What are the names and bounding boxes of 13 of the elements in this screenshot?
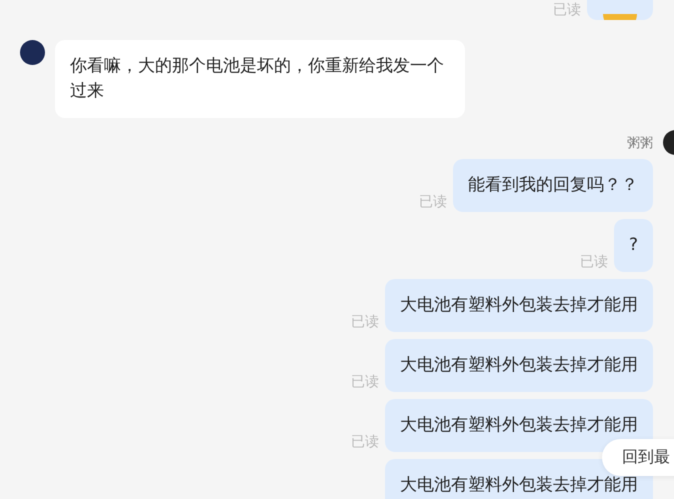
message-bubble: 大电池有塑料外包装去掉才能用 [385, 279, 653, 332]
sender-name: 粥粥 [627, 134, 653, 152]
avatar[interactable] [20, 40, 45, 65]
message-bubble: 能看到我的回复吗？？ [453, 159, 653, 212]
read-status: 已读 [419, 194, 447, 210]
read-status: 已读 [553, 2, 581, 18]
message-bubble: 大电池有塑料外包装去掉才能用 [385, 339, 653, 392]
message-bubble: ? [614, 219, 653, 272]
read-status: 已读 [351, 314, 379, 330]
read-status: 已读 [580, 254, 608, 270]
message-bubble: 你看嘛，大的那个电池是坏的，你重新给我发一个过来 [55, 40, 465, 118]
read-status: 已读 [351, 374, 379, 390]
read-status: 已读 [351, 434, 379, 450]
